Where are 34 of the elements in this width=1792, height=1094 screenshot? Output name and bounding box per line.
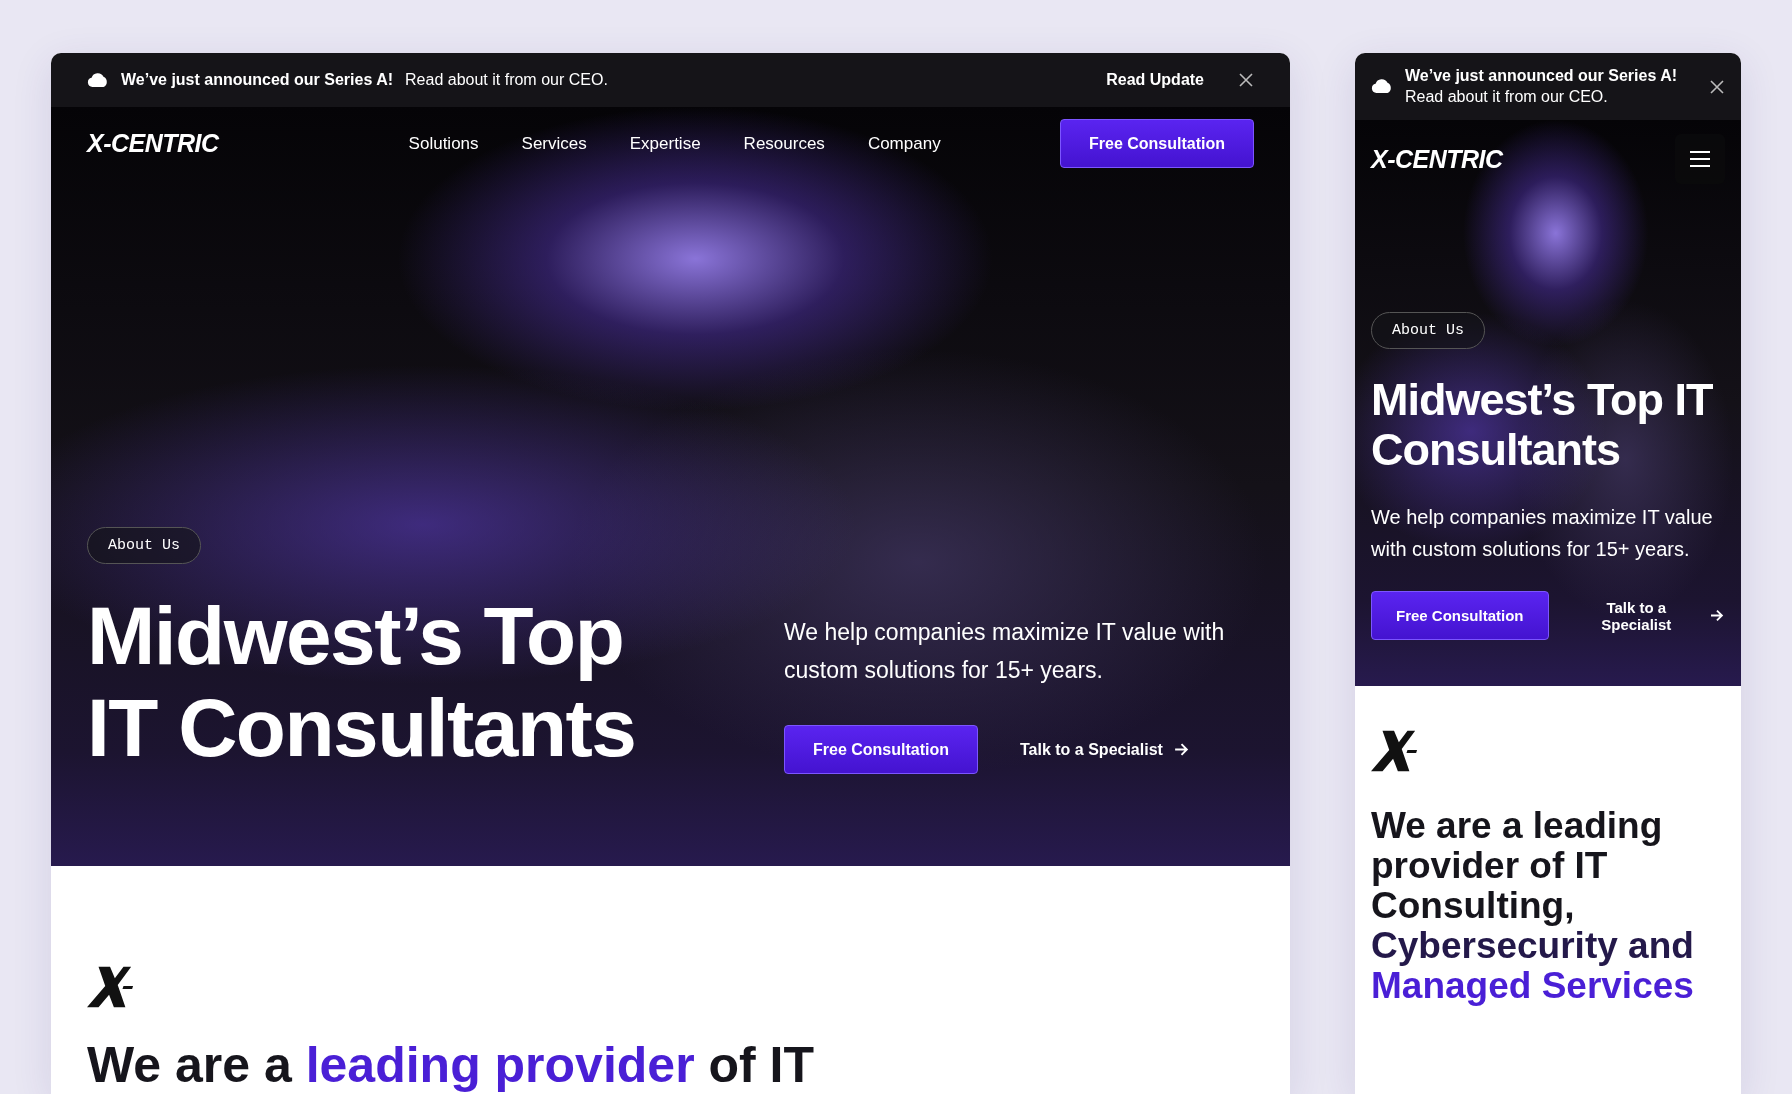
close-icon[interactable] — [1238, 72, 1254, 89]
announcement-headline: We’ve just announced our Series A! — [121, 71, 394, 90]
talk-to-specialist-link[interactable]: Talk to a Specialist — [1020, 740, 1190, 759]
nav-link[interactable]: Solutions — [408, 133, 479, 154]
section-heading: We are a leading provider of IT Consulting, Cybersecurity and Managed Services — [1371, 806, 1695, 1006]
cloud-icon — [87, 72, 109, 88]
talk-to-specialist-link[interactable]: Talk to a Specialist — [1573, 598, 1725, 633]
hero-title: Midwest’s Top IT Consultants — [87, 590, 637, 774]
nav-link[interactable]: Resources — [743, 133, 825, 154]
read-update-link[interactable]: Read Update — [1106, 71, 1204, 90]
announcement-text: Read about it from our CEO. — [405, 71, 608, 90]
nav-link[interactable]: Company — [867, 133, 941, 154]
free-consultation-button[interactable]: Free Consultation — [1371, 591, 1549, 640]
free-consultation-button[interactable]: Free Consultation — [1060, 119, 1254, 169]
arrow-right-icon — [1709, 607, 1725, 624]
menu-icon — [1690, 151, 1710, 167]
announcement-text: Read about it from our CEO. — [1405, 88, 1609, 106]
section-heading: We are a leading provider of IT — [87, 1036, 816, 1094]
close-icon[interactable] — [1709, 78, 1725, 95]
x-mark-logo-icon — [1371, 730, 1419, 772]
nav-link[interactable]: Expertise — [629, 133, 701, 154]
nav-link[interactable]: Services — [521, 133, 587, 154]
logo[interactable]: X-CENTRIC — [1371, 144, 1503, 174]
cloud-icon — [1371, 79, 1393, 94]
about-us-tag: About Us — [87, 527, 201, 564]
arrow-right-icon — [1172, 741, 1190, 758]
hero-text: We help companies maximize IT value with custom solutions for 15+ years. — [1371, 505, 1714, 562]
hero-text: We help companies maximize IT value with custom solutions for 15+ years. — [784, 618, 1226, 685]
announcement-headline: We’ve just announced our Series A! — [1405, 67, 1679, 85]
logo[interactable]: X-CENTRIC — [87, 129, 219, 159]
x-mark-logo-icon — [87, 966, 135, 1008]
hero-title: Midwest’s Top IT Consultants — [1371, 375, 1714, 475]
about-us-tag: About Us — [1371, 312, 1485, 349]
free-consultation-button[interactable]: Free Consultation — [784, 725, 978, 774]
